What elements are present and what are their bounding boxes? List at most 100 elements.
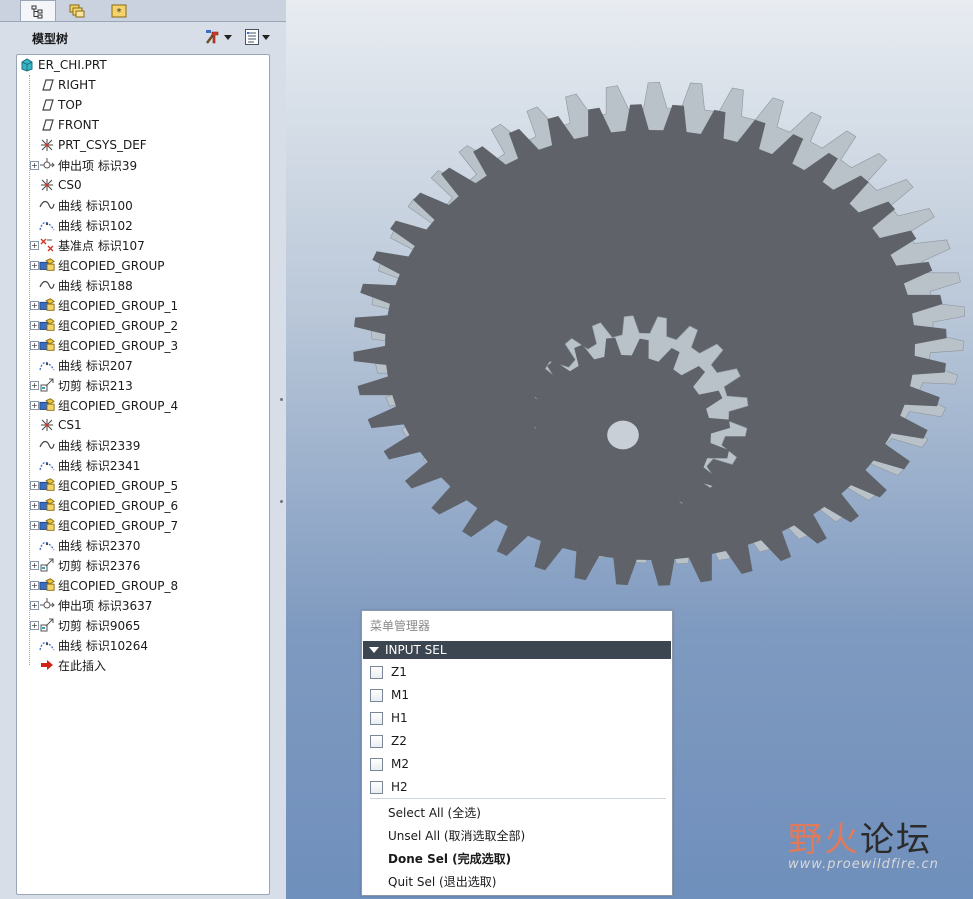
expand-icon[interactable]: + (30, 501, 39, 510)
tree-node-label: 组COPIED_GROUP (58, 258, 165, 273)
tree-node[interactable]: 曲线 标识10264 (39, 635, 148, 655)
tree-node[interactable]: 曲线 标识102 (39, 215, 133, 235)
expand-icon[interactable]: + (30, 561, 39, 570)
expand-icon[interactable]: + (30, 521, 39, 530)
tree-node[interactable]: + 组COPIED_GROUP_6 (30, 495, 178, 515)
menu-separator (370, 798, 666, 799)
menu-checkbox-item[interactable]: Z2 (370, 731, 407, 751)
checkbox-label: M1 (391, 688, 409, 702)
tree-settings-button[interactable] (204, 28, 232, 46)
tree-node[interactable]: TOP (39, 95, 82, 115)
expand-icon[interactable]: + (30, 341, 39, 350)
tree-node-label: 在此插入 (58, 658, 107, 673)
tree-node[interactable]: CS0 (39, 175, 82, 195)
model-tree-icon (31, 5, 43, 18)
tree-node-label: 曲线 标识102 (58, 218, 133, 233)
tree-node-label: PRT_CSYS_DEF (58, 138, 147, 152)
menu-checkbox-item[interactable]: M1 (370, 685, 409, 705)
curve-icon (39, 437, 55, 453)
tree-node[interactable]: + 基准点 标识107 (30, 235, 145, 255)
tree-root-node[interactable]: ER_CHI.PRT (19, 55, 107, 75)
tree-node[interactable]: + 组COPIED_GROUP_1 (30, 295, 179, 315)
tree-node[interactable]: + 切剪 标识9065 (30, 615, 140, 635)
expand-icon[interactable]: + (30, 161, 39, 170)
tree-node-label: 曲线 标识2370 (58, 538, 141, 553)
model-tree-header: 模型树 (8, 26, 278, 50)
tree-node[interactable]: + 切剪 标识2376 (30, 555, 141, 575)
svg-text:*: * (117, 7, 122, 18)
group-icon (39, 297, 55, 313)
expand-icon[interactable]: + (30, 241, 39, 250)
protrusion-icon (39, 157, 55, 173)
tree-settings-icon (206, 30, 219, 44)
checkbox[interactable] (370, 780, 383, 794)
datum-plane-icon (39, 117, 55, 133)
tree-node[interactable]: 在此插入 (39, 655, 106, 675)
tree-node[interactable]: 曲线 标识100 (39, 195, 133, 215)
tree-node[interactable]: + 组COPIED_GROUP_3 (30, 335, 178, 355)
expand-icon[interactable]: + (30, 581, 39, 590)
tree-show-button[interactable] (244, 28, 270, 46)
tree-node-label: 曲线 标识2339 (58, 438, 141, 453)
menu-action-item[interactable]: Done Sel (完成选取) (388, 848, 511, 868)
tree-node[interactable]: + 组COPIED_GROUP (30, 255, 165, 275)
tree-node[interactable]: RIGHT (39, 75, 96, 95)
menu-checkbox-item[interactable]: M2 (370, 754, 409, 774)
expand-icon[interactable]: + (30, 401, 39, 410)
tree-node-label: 切剪 标识2376 (58, 558, 141, 573)
cut-icon (39, 557, 55, 573)
menu-action-item[interactable]: Quit Sel (退出选取) (388, 871, 496, 891)
tree-node[interactable]: 曲线 标识188 (39, 275, 133, 295)
menu-action-item[interactable]: Select All (全选) (388, 802, 481, 822)
tree-node[interactable]: PRT_CSYS_DEF (39, 135, 147, 155)
tree-node[interactable]: + 组COPIED_GROUP_5 (30, 475, 178, 495)
tree-node[interactable]: + 切剪 标识213 (30, 375, 133, 395)
checkbox[interactable] (370, 757, 383, 771)
tab-folder-browser[interactable] (60, 0, 94, 22)
tree-node[interactable]: CS1 (39, 415, 82, 435)
model-tree[interactable]: ER_CHI.PRT RIGHT TOP FRONT PRT_CSYS_DEF + 伸出项 … (16, 54, 270, 895)
checkbox[interactable] (370, 734, 383, 748)
menu-checkbox-item[interactable]: H1 (370, 708, 408, 728)
tree-node-label: 曲线 标识10264 (58, 638, 148, 653)
tree-node-label: 组COPIED_GROUP_4 (58, 398, 179, 413)
expand-icon[interactable]: + (30, 381, 39, 390)
watermark-accent-text: 野火 (788, 820, 860, 860)
menu-action-item[interactable]: Unsel All (取消选取全部) (388, 825, 525, 845)
group-icon (39, 337, 55, 353)
checkbox[interactable] (370, 688, 383, 702)
protrusion-icon (39, 597, 55, 613)
tree-node[interactable]: FRONT (39, 115, 99, 135)
sketch-curve-icon (39, 537, 55, 553)
checkbox[interactable] (370, 711, 383, 725)
tree-node[interactable]: 曲线 标识2341 (39, 455, 140, 475)
tree-node[interactable]: + 组COPIED_GROUP_7 (30, 515, 178, 535)
expand-icon[interactable]: + (30, 261, 39, 270)
expand-icon[interactable]: + (30, 301, 39, 310)
group-icon (39, 577, 55, 593)
tree-node-label: 组COPIED_GROUP_1 (58, 298, 179, 313)
expand-icon[interactable]: + (30, 621, 39, 630)
tree-node-label: CS0 (58, 178, 82, 192)
tree-node[interactable]: 曲线 标识2339 (39, 435, 140, 455)
expand-icon[interactable]: + (30, 321, 39, 330)
tab-favorites[interactable]: * (102, 0, 136, 22)
submenu-input-sel[interactable]: INPUT SEL (363, 641, 671, 659)
csys-icon (39, 137, 55, 153)
tree-node[interactable]: + 组COPIED_GROUP_2 (30, 315, 178, 335)
menu-checkbox-item[interactable]: Z1 (370, 662, 407, 682)
tree-node[interactable]: + 伸出项 标识39 (30, 155, 137, 175)
menu-checkbox-item[interactable]: H2 (370, 777, 408, 797)
tree-node[interactable]: + 伸出项 标识3637 (30, 595, 153, 615)
expand-icon[interactable]: + (30, 601, 39, 610)
tree-node-label: 曲线 标识100 (58, 198, 133, 213)
tab-model-tree[interactable] (20, 0, 56, 22)
tree-node[interactable]: 曲线 标识2370 (39, 535, 140, 555)
tree-node-label: 伸出项 标识3637 (58, 598, 153, 613)
tree-node[interactable]: + 组COPIED_GROUP_4 (30, 395, 179, 415)
tree-node[interactable]: 曲线 标识207 (39, 355, 133, 375)
tree-node[interactable]: + 组COPIED_GROUP_8 (30, 575, 178, 595)
expand-icon[interactable]: + (30, 481, 39, 490)
panel-splitter[interactable] (278, 350, 285, 550)
checkbox[interactable] (370, 665, 383, 679)
